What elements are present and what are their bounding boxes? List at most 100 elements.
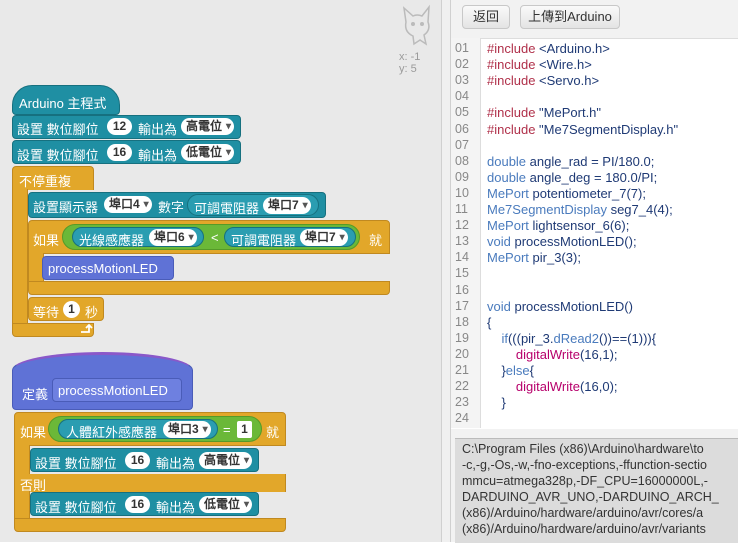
line-number: 24 (455, 411, 469, 426)
pot-label: 可調電阻器 (194, 201, 260, 216)
line-number: 17 (455, 298, 469, 313)
level-dropdown[interactable]: 低電位 (199, 496, 253, 513)
level-dropdown[interactable]: 高電位 (181, 118, 235, 135)
if-foot (28, 281, 390, 295)
seconds-label: 秒 (85, 305, 99, 320)
port-dropdown[interactable]: 埠口4 (104, 196, 152, 213)
code-line: #include <Servo.h> (487, 73, 600, 89)
line-number: 08 (455, 153, 469, 168)
line-number: 02 (455, 57, 469, 72)
set-pin-label: 設置 數位腳位 (17, 122, 99, 137)
code-line: } (487, 395, 506, 411)
level-dropdown[interactable]: 低電位 (181, 144, 235, 161)
eq-operator: = (223, 422, 231, 437)
line-number: 20 (455, 346, 469, 361)
set-pin-label: 設置 數位腳位 (35, 456, 117, 471)
line-number: 12 (455, 218, 469, 233)
sprite-cat-icon (402, 4, 430, 46)
output-label: 輸出為 (156, 500, 196, 515)
line-number: 06 (455, 121, 469, 136)
line-number: 18 (455, 314, 469, 329)
console-line: -c,-g,-Os,-w,-fno-exceptions,-ffunction-… (462, 458, 707, 472)
code-line: Me7SegmentDisplay seg7_4(4); (487, 202, 673, 217)
line-number: 14 (455, 250, 469, 265)
then-label: 就 (369, 233, 383, 248)
line-number: 22 (455, 379, 469, 394)
code-line: void processMotionLED(); (487, 234, 637, 250)
sprite-x: x: -1 (399, 51, 421, 63)
line-number: 01 (455, 41, 469, 55)
console-line: mmcu=atmega328p,-DF_CPU=16000000L,- (462, 474, 708, 488)
set-pin-label: 設置 數位腳位 (35, 500, 117, 515)
then-label: 就 (266, 425, 280, 440)
else-bar[interactable] (14, 474, 286, 492)
console-line: DARDUINO_AVR_UNO,-DARDUINO_ARCH_ (462, 490, 719, 504)
console-line: (x86)/Arduino/hardware/arduino/avr/varia… (462, 522, 706, 536)
panel-splitter[interactable] (441, 0, 451, 542)
sprite-y: y: 5 (399, 63, 417, 75)
define-name: processMotionLED (58, 383, 168, 398)
code-line: #include "Me7SegmentDisplay.h" (487, 121, 679, 137)
code-line: if(((pir_3.dRead2())==(1))){ (501, 330, 657, 346)
set-display-label: 設置顯示器 (33, 200, 99, 215)
line-number: 09 (455, 169, 469, 184)
port-dropdown[interactable]: 埠口3 (163, 421, 211, 438)
code-line: double angle_deg = 180.0/PI; (487, 169, 658, 185)
output-label: 輸出為 (156, 456, 196, 471)
back-button[interactable]: 返回 (462, 5, 510, 29)
output-label: 輸出為 (138, 148, 178, 163)
code-line: #include <Wire.h> (487, 57, 592, 73)
set-pin-label: 設置 數位腳位 (17, 148, 99, 163)
code-line: digitalWrite(16,1); (515, 346, 618, 362)
console-line: C:\Program Files (x86)\Arduino\hardware\… (462, 442, 704, 456)
line-number: 10 (455, 185, 469, 200)
code-line: #include <Arduino.h> (487, 41, 610, 56)
code-line: digitalWrite(16,0); (515, 379, 618, 395)
code-line: #include "MePort.h" (487, 105, 602, 121)
code-line: MePort lightsensor_6(6); (487, 218, 630, 234)
code-line: MePort pir_3(3); (487, 250, 581, 266)
light-sensor-label: 光線感應器 (79, 233, 145, 248)
define-label: 定義 (22, 387, 49, 402)
port-dropdown[interactable]: 埠口7 (263, 197, 311, 214)
line-number: 15 (455, 266, 469, 281)
wait-input[interactable]: 1 (63, 301, 80, 318)
code-line: double angle_rad = PI/180.0; (487, 153, 655, 169)
console-line: (x86)/Arduino/hardware/arduino/avr/cores… (462, 506, 704, 520)
pir-label: 人體紅外感應器 (66, 425, 158, 440)
line-number: 04 (455, 89, 469, 104)
loop-arrow-icon (81, 323, 93, 333)
output-label: 輸出為 (138, 122, 178, 137)
pin-input[interactable]: 12 (107, 118, 132, 135)
eq-input[interactable]: 1 (237, 421, 252, 438)
line-number: 03 (455, 73, 469, 88)
line-number: 05 (455, 105, 469, 120)
if-arm (14, 445, 30, 475)
line-number: 13 (455, 234, 469, 249)
lt-operator: < (211, 230, 219, 245)
line-number: 16 (455, 282, 469, 297)
upload-to-arduino-button[interactable]: 上傳到Arduino (520, 5, 620, 29)
level-dropdown[interactable]: 高電位 (199, 452, 253, 469)
line-number: 07 (455, 137, 469, 152)
hat-label: Arduino 主程式 (19, 96, 107, 111)
if-label: 如果 (33, 233, 60, 248)
wait-label: 等待 (33, 305, 60, 320)
number-label: 數字 (158, 200, 185, 215)
code-line: void processMotionLED() (487, 298, 633, 314)
else-arm (14, 491, 30, 519)
if-label: 如果 (20, 425, 47, 440)
port-dropdown[interactable]: 埠口7 (300, 229, 348, 246)
line-number: 19 (455, 330, 469, 345)
port-dropdown[interactable]: 埠口6 (149, 229, 197, 246)
pin-input[interactable]: 16 (125, 496, 150, 513)
pin-input[interactable]: 16 (107, 144, 132, 161)
line-number: 23 (455, 395, 469, 410)
pot-label: 可調電阻器 (231, 233, 297, 248)
forever-arm (12, 189, 28, 325)
line-number: 21 (455, 363, 469, 377)
code-line: }else{ (487, 363, 534, 378)
line-number: 11 (455, 202, 468, 216)
pin-input[interactable]: 16 (125, 452, 150, 469)
forever-label: 不停重複 (19, 174, 72, 189)
